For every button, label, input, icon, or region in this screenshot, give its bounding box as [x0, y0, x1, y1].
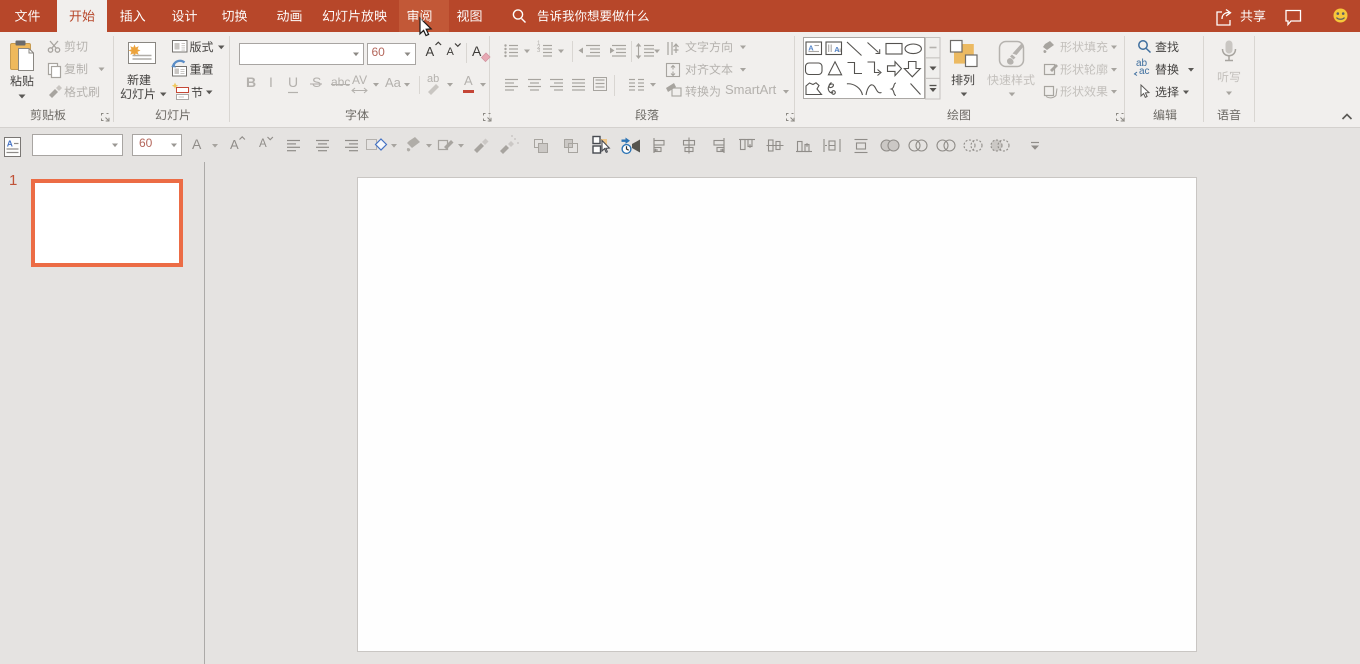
svg-text:A: A: [7, 139, 13, 149]
svg-text:A: A: [808, 44, 814, 53]
svg-text:A: A: [834, 45, 840, 54]
